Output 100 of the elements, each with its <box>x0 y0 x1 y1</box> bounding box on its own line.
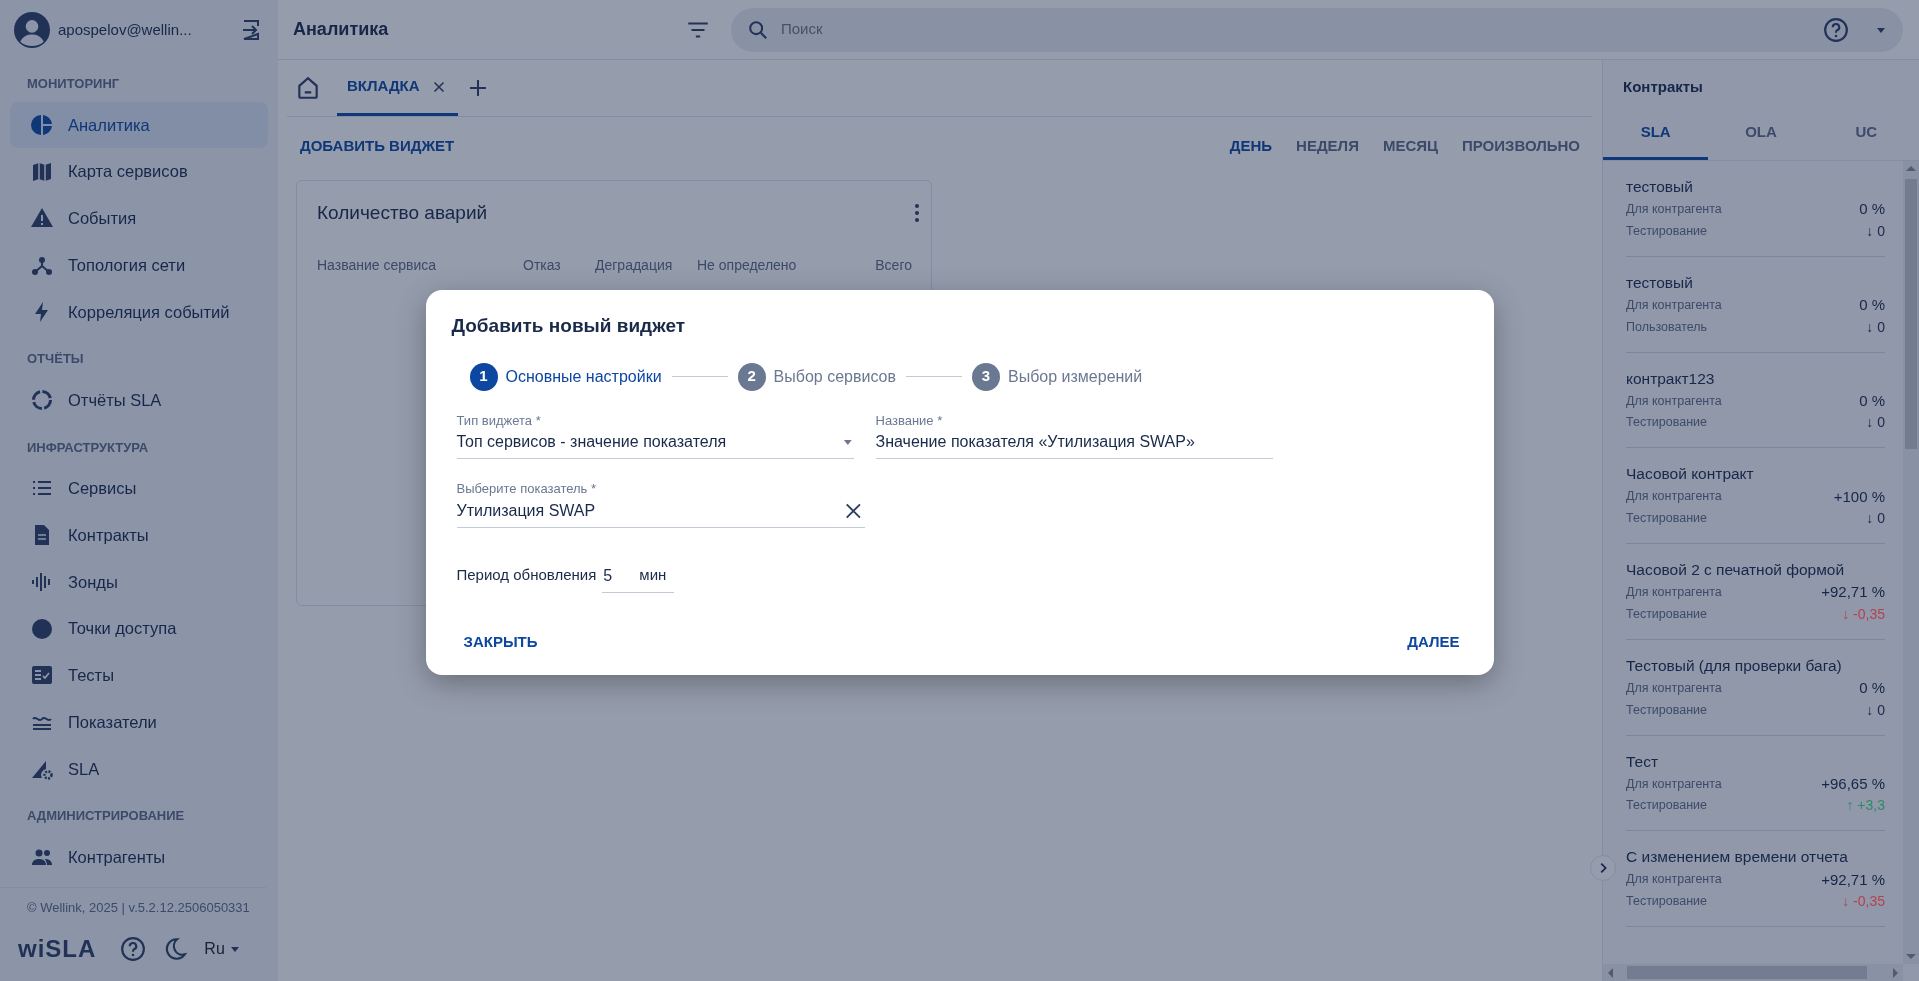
indicator-select[interactable]: Выберите показатель * Утилизация SWAP <box>456 479 865 528</box>
contract-party: Для контрагента <box>1626 584 1722 602</box>
more-button[interactable] <box>915 203 919 222</box>
sidebar-item[interactable]: Карта сервисов <box>10 148 268 195</box>
contract-name[interactable]: тестовый <box>1626 175 1885 199</box>
dialog-title: Добавить новый виджет <box>451 314 686 338</box>
sidebar-item[interactable]: Контрагенты <box>10 833 268 881</box>
contract-category: Пользователь <box>1626 318 1708 336</box>
help-icon <box>1823 16 1849 43</box>
period-tab[interactable]: ДЕНЬ <box>1217 131 1285 162</box>
contract-value: 0 % <box>1859 678 1885 698</box>
horizontal-scrollbar[interactable] <box>1603 964 1903 981</box>
search-field[interactable]: Поиск <box>779 17 1813 42</box>
contract-change: ↓ 0 <box>1866 700 1885 720</box>
add-widget-button[interactable]: ДОБАВИТЬ ВИДЖЕТ <box>288 131 467 162</box>
contract-value: +100 % <box>1833 486 1885 507</box>
contract-change: ↓ 0 <box>1866 413 1885 433</box>
name-field[interactable]: Название * Значение показателя «Утилизация SWAP» <box>875 410 1273 459</box>
sidebar-item[interactable]: SLA <box>10 745 268 793</box>
circle-icon <box>30 616 54 641</box>
contract-party: Для контрагента <box>1626 296 1722 314</box>
contract-value: 0 % <box>1859 390 1885 411</box>
search-icon <box>747 18 769 41</box>
logo: wiSLA <box>18 934 97 964</box>
contract-category: Тестирование <box>1626 701 1708 719</box>
search-bar[interactable]: Поиск <box>731 7 1903 52</box>
contract-category: Тестирование <box>1626 222 1708 240</box>
language-dropdown[interactable]: Ru <box>204 937 241 961</box>
contract-name[interactable]: тестовый <box>1626 270 1885 294</box>
more-icon <box>915 203 919 222</box>
contract-category: Тестирование <box>1626 797 1708 815</box>
contract-category: Тестирование <box>1626 510 1708 528</box>
contract-change: ↓ -0,35 <box>1842 604 1885 624</box>
tab[interactable]: OLA <box>1708 106 1814 160</box>
help-button[interactable] <box>120 936 147 962</box>
column-header: Не определено <box>697 256 798 275</box>
column-header: Деградация <box>595 256 674 275</box>
sidebar-item[interactable]: Отчёты SLA <box>10 376 268 424</box>
contract-name[interactable]: С изменением времени отчета <box>1626 845 1885 869</box>
column-header: Отказ <box>523 256 562 275</box>
sidebar-item[interactable]: Показатели <box>10 698 268 746</box>
section-heading: ОТЧЁТЫ <box>26 350 85 369</box>
contract-category: Тестирование <box>1626 605 1708 623</box>
sidebar-item[interactable]: Тесты <box>10 652 268 699</box>
sidebar-item[interactable]: Аналитика <box>10 101 268 149</box>
contract-change: ↑ +3,3 <box>1846 796 1885 816</box>
section-heading: ИНФРАСТРУКТУРА <box>26 438 150 457</box>
contract-name[interactable]: Тест <box>1626 749 1885 773</box>
contract-value: +96,65 % <box>1821 773 1885 794</box>
contract-value: 0 % <box>1859 199 1885 220</box>
ring-icon <box>30 388 54 413</box>
period-label: Период обновления <box>456 564 597 585</box>
period-field[interactable]: 5 мин <box>602 557 675 593</box>
scrollbar[interactable] <box>1903 161 1919 964</box>
widget-title: Количество аварий <box>317 200 488 225</box>
contract-name[interactable]: Часовой 2 с печатной формой <box>1626 558 1885 582</box>
sidebar-item[interactable]: Точки доступа <box>10 605 268 652</box>
sidebar-item[interactable]: Топология сети <box>10 241 268 289</box>
sidebar-item[interactable]: События <box>10 195 268 242</box>
tab[interactable]: ВКЛАДКА <box>337 60 458 116</box>
period-tab[interactable]: НЕДЕЛЯ <box>1284 131 1371 162</box>
contract-change: ↓ -0,35 <box>1842 892 1885 911</box>
sidebar-item[interactable]: Контракты <box>10 511 268 559</box>
contract-change: ↓ 0 <box>1866 509 1885 528</box>
tab[interactable]: UC <box>1813 106 1919 160</box>
contract-change: ↓ 0 <box>1866 317 1885 337</box>
contract-name[interactable]: контракт123 <box>1626 366 1885 390</box>
column-header: Название сервиса <box>317 256 438 275</box>
next-button[interactable]: ДАЛЕЕ <box>1395 626 1472 657</box>
period-tab[interactable]: МЕСЯЦ <box>1370 131 1450 162</box>
panel-title: Контракты <box>1622 77 1704 97</box>
user-name: apospelov@wellin... <box>58 19 193 40</box>
sidebar-item[interactable]: Зонды <box>10 558 268 606</box>
contract-name[interactable]: Тестовый (для проверки бага) <box>1626 653 1885 677</box>
section-heading: МОНИТОРИНГ <box>26 75 121 93</box>
sidebar-item[interactable]: Корреляция событий <box>10 288 268 336</box>
contract-party: Для контрагента <box>1626 775 1722 793</box>
close-button[interactable]: ЗАКРЫТЬ <box>451 626 550 657</box>
widget-type-select[interactable]: Тип виджета * Топ сервисов - значение показателя <box>456 410 854 459</box>
contract-value: 0 % <box>1859 295 1885 315</box>
section-heading: АДМИНИСТРИРОВАНИЕ <box>26 807 186 826</box>
period-tab[interactable]: ПРОИЗВОЛЬНО <box>1450 131 1592 162</box>
help-button[interactable] <box>1823 16 1849 43</box>
contract-category: Тестирование <box>1626 414 1708 432</box>
contract-category: Тестирование <box>1626 893 1708 911</box>
expand-button[interactable] <box>1590 855 1616 881</box>
step: 3 Выбор измерений <box>972 362 1143 391</box>
page-title: Аналитика <box>293 18 390 41</box>
contract-value: +92,71 % <box>1821 582 1885 603</box>
contract-change: ↓ 0 <box>1866 221 1885 241</box>
contract-party: Для контрагента <box>1626 679 1722 697</box>
contract-name[interactable]: Часовой контракт <box>1626 462 1885 486</box>
sidebar-item[interactable]: Сервисы <box>10 465 268 512</box>
contract-party: Для контрагента <box>1626 201 1722 219</box>
pie-chart-icon <box>30 112 54 137</box>
contract-value: +92,71 % <box>1821 869 1885 890</box>
step: 1 Основные настройки <box>469 362 662 391</box>
help-icon <box>120 936 147 962</box>
avatar-icon <box>14 12 50 48</box>
tab[interactable]: SLA <box>1603 106 1709 160</box>
